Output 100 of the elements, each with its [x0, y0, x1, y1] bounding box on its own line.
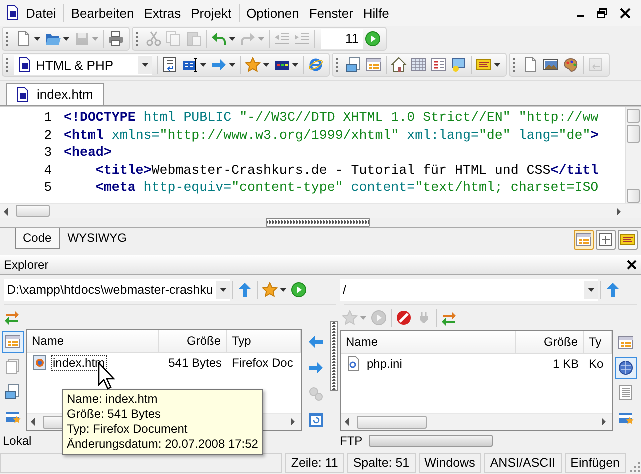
- view-button[interactable]: [574, 230, 594, 250]
- pane-label: FTP: [340, 434, 363, 448]
- up-arrow-icon: [605, 282, 621, 298]
- toolbar-grip[interactable]: [6, 58, 10, 72]
- palette-icon: [563, 57, 579, 73]
- left-arrow-icon: [308, 334, 324, 350]
- star-icon: [262, 282, 278, 298]
- document-icon: [523, 57, 539, 73]
- column-header[interactable]: Typ: [227, 330, 301, 352]
- restore-icon[interactable]: [597, 8, 608, 18]
- gears-icon: [308, 386, 324, 402]
- view-button[interactable]: [596, 230, 616, 250]
- pane-label: Lokal: [3, 434, 32, 448]
- line-field[interactable]: 11: [321, 29, 363, 49]
- close-icon[interactable]: [627, 260, 637, 270]
- play-circle-icon: [365, 31, 381, 47]
- copy-icon: [166, 31, 182, 47]
- status-text: Zeile: 11: [285, 453, 344, 473]
- note-icon: [620, 232, 636, 248]
- document-icon: [5, 5, 21, 21]
- menu-item[interactable]: Bearbeiten: [66, 6, 140, 20]
- document-icon: [17, 57, 33, 73]
- html-file-icon: [32, 355, 48, 372]
- menu-item[interactable]: Projekt: [186, 6, 237, 20]
- menu-item[interactable]: Extras: [139, 6, 186, 20]
- clipboard-icon: [186, 31, 202, 47]
- toolbar-grip[interactable]: [336, 58, 340, 72]
- code-line: <meta http-equiv="content-type" content="text/html; charset=ISO: [94, 179, 599, 196]
- line-number: 5: [43, 179, 53, 196]
- form-icon: [431, 57, 447, 73]
- view-button[interactable]: [615, 356, 637, 379]
- path-dropdown[interactable]: D:\xampp\htdocs\webmaster-crashku: [4, 278, 230, 301]
- vertical-scrollbar[interactable]: [625, 107, 641, 203]
- view-button[interactable]: [2, 331, 24, 354]
- menu-item[interactable]: Fenster: [304, 6, 358, 20]
- folder-icon: [45, 31, 61, 47]
- tooltip-line: Änderungsdatum: 20.07.2008 17:52: [67, 437, 258, 452]
- menu-item[interactable]: Optionen: [242, 6, 304, 20]
- resize-grip-icon[interactable]: [629, 461, 641, 473]
- column-header[interactable]: Größe: [516, 330, 584, 353]
- column-header[interactable]: Größe: [159, 330, 227, 352]
- horizontal-scrollbar[interactable]: [0, 203, 641, 218]
- menu-item[interactable]: Hilfe: [358, 6, 394, 20]
- caret-icon: [494, 63, 501, 67]
- play-circle-icon: [291, 282, 307, 298]
- document-image-icon: [5, 384, 21, 400]
- up-arrow-icon: [237, 282, 253, 298]
- file-type: Ko: [588, 356, 605, 371]
- status-text: ANSI/ASCII: [484, 453, 562, 473]
- text-document-icon: [618, 384, 634, 401]
- panel-title: Explorer: [4, 258, 49, 272]
- column-header[interactable]: Ty: [584, 330, 612, 353]
- editor-tab[interactable]: Code: [15, 228, 60, 249]
- right-arrow-icon: [211, 57, 227, 73]
- close-icon[interactable]: [620, 8, 631, 18]
- code-line: <html xmlns="http://www.w3.org/1999/xhtml" xml:lang="de" lang="de">: [64, 126, 599, 144]
- caret-icon: [200, 63, 207, 67]
- code-line: <head>: [64, 144, 113, 162]
- star-icon: [245, 57, 261, 73]
- text-field-icon: [182, 57, 198, 73]
- file-name[interactable]: php.ini: [365, 356, 404, 372]
- star-icon: [342, 310, 358, 326]
- image-icon: [451, 57, 467, 73]
- caret-icon: [292, 63, 299, 67]
- globe-icon: [618, 360, 634, 376]
- path-dropdown[interactable]: /: [340, 278, 598, 301]
- caret-icon: [142, 63, 148, 67]
- house-icon: [391, 57, 407, 73]
- caret-icon: [280, 288, 287, 292]
- outdent-icon: [274, 31, 290, 47]
- table-icon: [411, 57, 427, 73]
- list-view-icon: [576, 232, 592, 248]
- right-arrow-icon: [308, 360, 324, 376]
- horizontal-scrollbar[interactable]: [341, 413, 612, 430]
- column-header[interactable]: Name: [341, 330, 516, 353]
- indent-icon: [294, 31, 310, 47]
- menu-item[interactable]: Datei: [21, 6, 62, 20]
- caret-icon: [360, 316, 367, 320]
- toolbar-grip[interactable]: [513, 58, 517, 72]
- syntax-dropdown[interactable]: HTML & PHP: [14, 55, 152, 75]
- caret-icon: [258, 37, 265, 41]
- editor-tab[interactable]: WYSIWYG: [60, 228, 136, 249]
- document-icon: [16, 31, 32, 47]
- settings-file-icon: [346, 356, 362, 372]
- code-line: <!DOCTYPE html PUBLIC "-//W3C//DTD XHTML 1.0 Strict//EN" "http://ww: [64, 109, 599, 126]
- redo-arrow-icon: [240, 31, 256, 47]
- file-size: 1 KB: [552, 356, 580, 371]
- document-tab[interactable]: index.htm: [6, 83, 104, 105]
- toolbar-grip[interactable]: [136, 32, 140, 46]
- splitter-handle[interactable]: [330, 321, 338, 392]
- caret-icon: [63, 37, 70, 41]
- pages-icon: [5, 359, 21, 376]
- list-view-icon: [618, 334, 634, 351]
- caret-icon: [229, 63, 236, 67]
- file-type: Firefox Doc: [231, 356, 294, 370]
- view-button[interactable]: [618, 230, 638, 250]
- tooltip-line: Name: index.htm: [67, 392, 159, 407]
- column-header[interactable]: Name: [27, 330, 159, 352]
- note-icon: [476, 57, 492, 73]
- toolbar-grip[interactable]: [6, 32, 10, 46]
